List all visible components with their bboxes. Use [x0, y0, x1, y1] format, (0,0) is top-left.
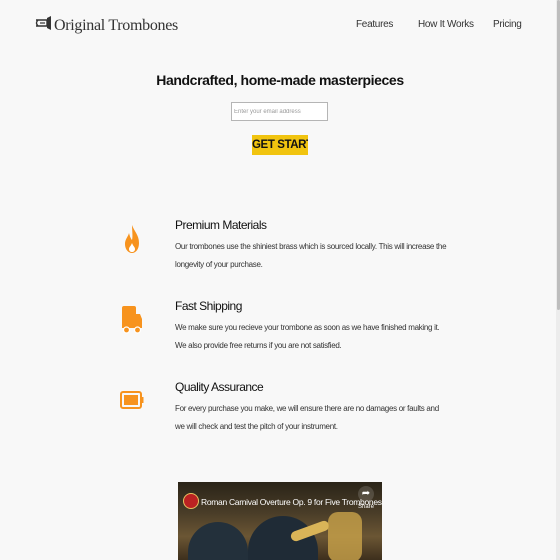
feature-text: Our trombones use the shiniest brass whi… — [175, 242, 447, 269]
battery-icon — [120, 383, 144, 417]
flame-icon — [120, 222, 144, 256]
nav-link-pricing[interactable]: Pricing — [493, 19, 522, 30]
channel-avatar[interactable] — [183, 493, 199, 509]
hero-title: Handcrafted, home-made masterpieces — [156, 72, 404, 88]
trombone-logo-icon — [34, 14, 52, 37]
site-header: Original Trombones Features How It Works… — [0, 0, 556, 50]
feature-title: Quality Assurance — [175, 380, 264, 394]
video-embed[interactable]: Roman Carnival Overture Op. 9 for Five T… — [178, 482, 382, 560]
logo[interactable]: Original Trombones — [34, 14, 178, 37]
feature-text: For every purchase you make, we will ens… — [175, 404, 439, 431]
feature-title: Premium Materials — [175, 218, 267, 232]
video-thumbnail-figure — [188, 522, 248, 560]
share-icon: ➦ — [358, 486, 374, 502]
nav-link-features[interactable]: Features — [356, 19, 393, 30]
feature-title: Fast Shipping — [175, 299, 242, 313]
truck-icon — [120, 303, 144, 337]
video-thumbnail-figure — [248, 516, 318, 560]
logo-text: Original Trombones — [54, 16, 178, 34]
feature-text: We make sure you recieve your trombone a… — [175, 323, 440, 350]
email-input[interactable] — [231, 102, 328, 121]
nav-link-how-it-works[interactable]: How It Works — [418, 19, 474, 30]
get-started-button[interactable]: GET STARTE — [252, 135, 308, 155]
share-label: Share — [357, 504, 374, 510]
share-button[interactable]: ➦ Share — [355, 486, 377, 522]
